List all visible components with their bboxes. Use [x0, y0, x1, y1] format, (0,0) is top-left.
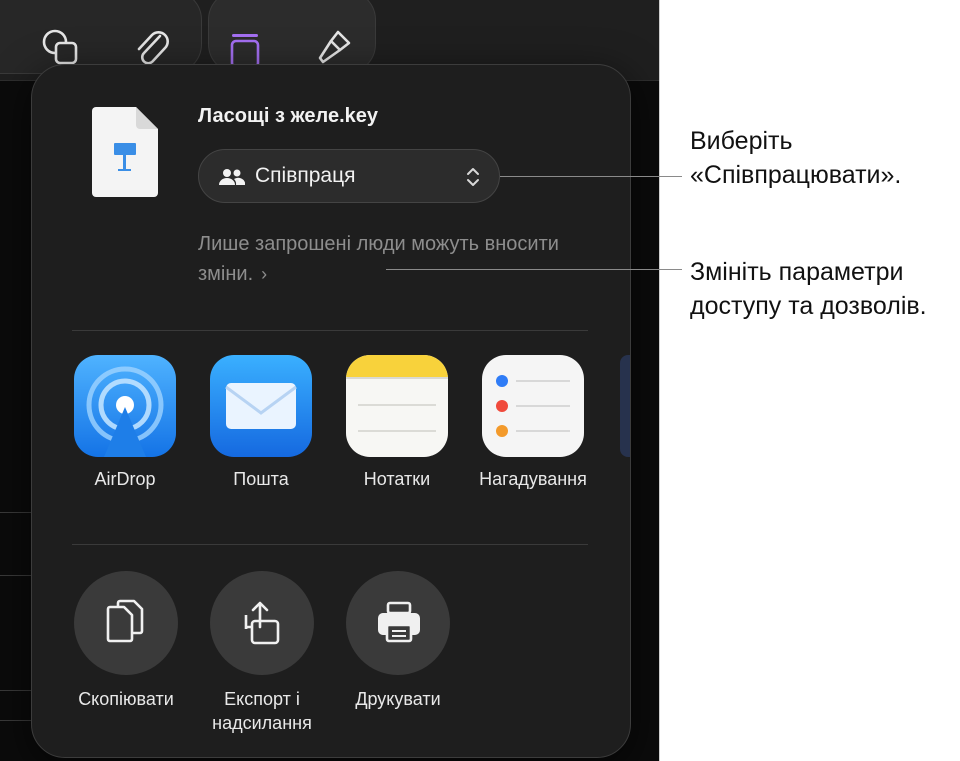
- mail-icon: [210, 355, 312, 457]
- collaboration-select[interactable]: Співпраця: [198, 149, 500, 203]
- reminders-icon: [482, 355, 584, 457]
- app-window: Ласощі з желе.key Співпраця Лише запроше…: [0, 0, 659, 761]
- access-summary: Лише запрошені люди можуть вносити зміни…: [198, 233, 559, 285]
- export-and-send-button[interactable]: Експорт і надсилання: [192, 571, 332, 735]
- airdrop-icon: [74, 355, 176, 457]
- export-icon: [210, 571, 314, 675]
- print-icon: [346, 571, 450, 675]
- callout-line-access: [386, 269, 682, 270]
- share-app-airdrop[interactable]: AirDrop: [65, 355, 185, 490]
- share-app-notes[interactable]: Нотатки: [337, 355, 457, 490]
- section-divider: [72, 330, 588, 331]
- share-app-mail[interactable]: Пошта: [201, 355, 321, 490]
- print-button[interactable]: Друкувати: [328, 571, 468, 711]
- action-label: Друкувати: [355, 689, 441, 709]
- app-label: Пошта: [233, 469, 289, 489]
- app-label: Нотатки: [363, 469, 431, 489]
- action-label: Скопіювати: [78, 689, 174, 709]
- more-apps-peek[interactable]: [620, 355, 630, 457]
- chevron-right-icon: ›: [261, 264, 268, 284]
- people-icon: [219, 169, 245, 185]
- callout-collaborate: Виберіть «Співпрацювати».: [690, 127, 902, 189]
- access-settings-link[interactable]: Лише запрошені люди можуть вносити зміни…: [198, 229, 588, 289]
- share-app-reminders[interactable]: Нагадування: [473, 355, 593, 490]
- callout-line-collaborate: [500, 176, 682, 177]
- copy-icon: [74, 571, 178, 675]
- screen-edge: [659, 0, 660, 761]
- share-popover: Ласощі з желе.key Співпраця Лише запроше…: [31, 64, 631, 758]
- copy-button[interactable]: Скопіювати: [56, 571, 196, 711]
- notes-icon: [346, 355, 448, 457]
- app-label: Нагадування: [479, 469, 587, 489]
- chevron-up-down-icon: [467, 168, 479, 186]
- action-label: Експорт і надсилання: [212, 689, 312, 733]
- section-divider: [72, 544, 588, 545]
- keynote-document-icon: [92, 107, 158, 197]
- document-title: Ласощі з желе.key: [198, 105, 379, 127]
- callout-access: Змініть параметри доступу та дозволів.: [690, 258, 927, 320]
- app-label: AirDrop: [94, 469, 156, 489]
- collaboration-select-label: Співпраця: [255, 164, 356, 187]
